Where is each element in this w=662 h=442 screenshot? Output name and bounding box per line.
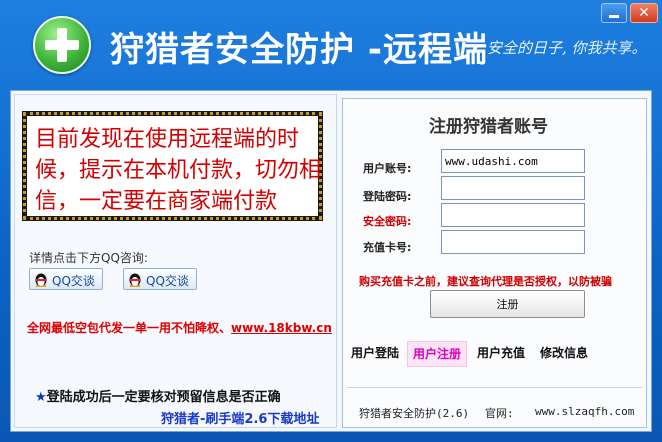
verify-note-text: 登陆成功后一定要核对预留信息是否正确: [46, 390, 281, 405]
card-number-label: 充值卡号:: [363, 241, 412, 254]
username-input[interactable]: www.udashi.com: [441, 149, 585, 173]
register-panel: 注册狩猎者账号 用户账号: www.udashi.com 登陆密码: 安全密码:…: [342, 98, 647, 428]
tab-user-recharge[interactable]: 用户充值: [477, 341, 525, 365]
penguin-icon: [35, 273, 47, 287]
username-label: 用户账号:: [363, 162, 412, 175]
close-button[interactable]: ✕: [630, 3, 658, 23]
qq-chat-label: QQ交谈: [52, 274, 95, 288]
app-title: 狩猎者安全防护 -远程端: [110, 30, 488, 70]
tab-user-register[interactable]: 用户注册: [407, 341, 468, 367]
content-area: 目前发现在使用远程端的时候，提示在本机付款，切勿相信，一定要在商家端付款 详情点…: [10, 90, 652, 432]
warning-text: 目前发现在使用远程端的时候，提示在本机付款，切勿相信，一定要在商家端付款: [35, 127, 322, 214]
verify-note: ★登陆成功后一定要核对预留信息是否正确: [35, 386, 281, 405]
login-password-label: 登陆密码:: [363, 190, 412, 203]
star-icon: ★: [35, 390, 47, 405]
security-password-label: 安全密码:: [363, 215, 412, 228]
minimize-button[interactable]: [601, 3, 627, 23]
app-window: 狩猎者安全防护 -远程端 安全的日子, 你我共享。 ✕ 目前发现在使用远程端的时…: [0, 0, 662, 442]
promo-text: 全网最低空包代发一单一用不怕降权、: [27, 321, 232, 335]
card-number-input[interactable]: [441, 230, 585, 254]
qq-chat-label: QQ交谈: [146, 274, 189, 288]
download-link[interactable]: 狩猎者-刷手端2.6下载地址: [161, 408, 319, 427]
qq-consult-label: 详情点击下方QQ咨询:: [29, 251, 148, 265]
footer-divider: [347, 387, 642, 388]
tab-modify-info[interactable]: 修改信息: [540, 341, 588, 365]
security-password-input[interactable]: [441, 203, 585, 227]
login-password-input[interactable]: [441, 176, 585, 200]
qq-chat-button-1[interactable]: QQ交谈: [29, 268, 103, 290]
tab-user-login[interactable]: 用户登陆: [351, 341, 399, 365]
version-label: 狩猎者安全防护(2.6): [359, 407, 470, 420]
register-button[interactable]: 注册: [430, 290, 585, 318]
qq-chat-button-2[interactable]: QQ交谈: [123, 268, 197, 290]
promo-link[interactable]: www.18kbw.cn: [231, 321, 332, 335]
site-label: 官网:: [485, 407, 514, 420]
purchase-notice: 购买充值卡之前，建议查询代理是否授权，以防被骗: [359, 275, 612, 288]
info-panel: 目前发现在使用远程端的时候，提示在本机付款，切勿相信，一定要在商家端付款 详情点…: [14, 94, 337, 428]
title-bar: 狩猎者安全防护 -远程端 安全的日子, 你我共享。 ✕: [0, 0, 662, 90]
site-url[interactable]: www.slzaqfh.com: [535, 405, 634, 418]
plus-logo-icon: [33, 16, 91, 74]
warning-box: 目前发现在使用远程端的时候，提示在本机付款，切勿相信，一定要在商家端付款: [22, 111, 323, 221]
promo-line: 全网最低空包代发一单一用不怕降权、www.18kbw.cn: [27, 319, 332, 336]
register-title: 注册狩猎者账号: [429, 117, 548, 137]
slogan: 安全的日子, 你我共享。: [487, 39, 647, 57]
penguin-icon: [129, 273, 141, 287]
